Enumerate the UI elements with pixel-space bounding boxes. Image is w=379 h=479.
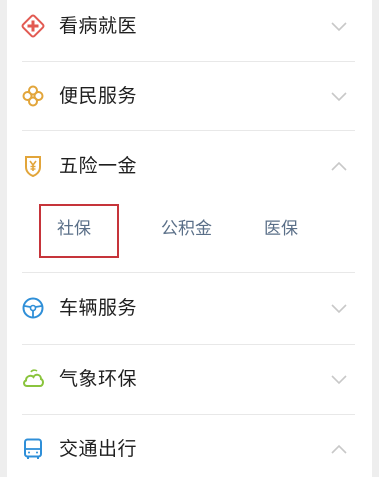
divider <box>22 272 355 273</box>
cloud-leaf-icon <box>21 367 45 391</box>
menu-item-convenience[interactable]: 便民服务 <box>7 66 372 126</box>
menu-item-insurance-fund[interactable]: 五险一金 <box>7 136 372 196</box>
divider <box>22 414 355 415</box>
right-edge-strip <box>372 0 379 477</box>
menu-item-medical[interactable]: 看病就医 <box>7 0 372 56</box>
subitem-social-security[interactable]: 社保 <box>57 218 91 240</box>
chevron-down-icon[interactable] <box>330 373 348 385</box>
service-menu-page: 看病就医 便民服务 五险一金 社保 公积金 医保 车辆服务 气象环保 交通出行 <box>0 0 379 477</box>
menu-item-label: 便民服务 <box>59 85 138 107</box>
menu-item-label: 看病就医 <box>59 15 138 37</box>
steering-wheel-icon <box>21 296 45 320</box>
chevron-down-icon[interactable] <box>330 90 348 102</box>
divider <box>22 130 355 131</box>
menu-item-weather-environment[interactable]: 气象环保 <box>7 349 372 409</box>
shield-yen-icon <box>21 154 45 178</box>
left-edge-strip <box>0 0 7 477</box>
divider <box>22 61 355 62</box>
medical-cross-icon <box>21 14 45 38</box>
menu-item-label: 交通出行 <box>59 438 138 460</box>
chevron-up-icon[interactable] <box>330 443 348 455</box>
subitem-medical-insurance[interactable]: 医保 <box>264 218 298 240</box>
bus-icon <box>21 437 45 461</box>
subitem-housing-fund[interactable]: 公积金 <box>161 218 212 240</box>
chevron-up-icon[interactable] <box>330 160 348 172</box>
chevron-down-icon[interactable] <box>330 20 348 32</box>
menu-item-label: 气象环保 <box>59 368 138 390</box>
menu-item-label: 车辆服务 <box>59 297 138 319</box>
insurance-fund-subitems: 社保 公积金 医保 <box>7 200 372 262</box>
menu-item-label: 五险一金 <box>59 155 138 177</box>
menu-item-transport[interactable]: 交通出行 <box>7 419 372 479</box>
clover-icon <box>21 84 45 108</box>
divider <box>22 344 355 345</box>
menu-item-vehicle[interactable]: 车辆服务 <box>7 278 372 338</box>
chevron-down-icon[interactable] <box>330 302 348 314</box>
